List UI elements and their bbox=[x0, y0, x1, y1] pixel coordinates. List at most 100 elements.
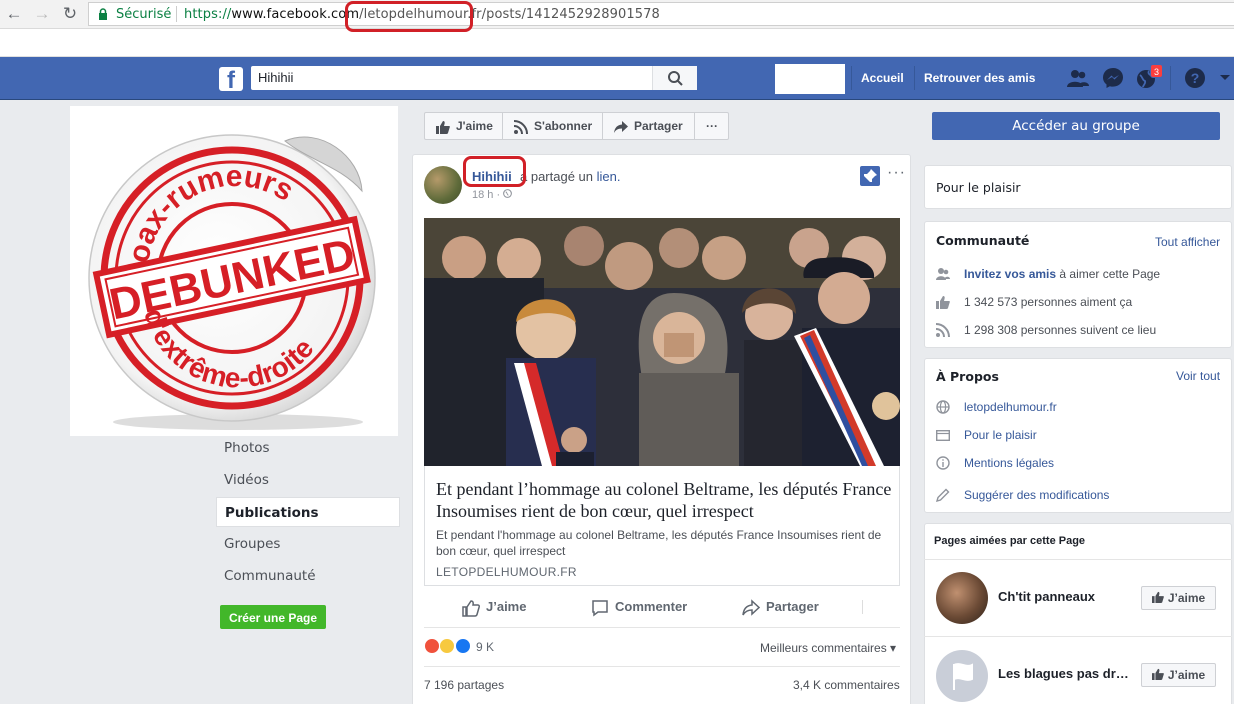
forward-arrow-icon[interactable]: → bbox=[32, 4, 52, 24]
liked-page-like-button[interactable]: J’aime bbox=[1141, 586, 1216, 610]
thumbs-up-icon bbox=[1151, 591, 1164, 603]
post-timestamp[interactable]: 18 h · bbox=[472, 189, 513, 201]
nav-groups[interactable]: Groupes bbox=[216, 529, 400, 559]
angry-reaction-icon bbox=[424, 638, 440, 654]
liked-pages-divider bbox=[924, 559, 1232, 560]
search-box[interactable] bbox=[251, 66, 697, 90]
link-preview-title[interactable]: Et pendant l’hommage au colonel Beltrame… bbox=[436, 478, 892, 522]
home-link[interactable]: Accueil bbox=[861, 71, 904, 85]
flag-placeholder-icon bbox=[953, 663, 973, 690]
page-profile-picture[interactable]: Hoax-rumeurs DEBUNKED d'extrême-droite bbox=[70, 106, 398, 436]
liked-page-avatar[interactable] bbox=[936, 650, 988, 702]
share-arrow-icon bbox=[614, 120, 628, 133]
about-see-all-link[interactable]: Voir tout bbox=[1176, 369, 1220, 383]
search-button[interactable] bbox=[652, 66, 697, 90]
category-folder-icon bbox=[936, 430, 950, 442]
account-menu-arrow-icon[interactable] bbox=[1219, 74, 1231, 82]
url-protocol: https:// bbox=[184, 7, 232, 22]
page-followers-count: 1 298 308 personnes suivent ce lieu bbox=[964, 323, 1157, 337]
post-share-button[interactable]: Partager bbox=[742, 596, 819, 618]
help-icon[interactable]: ? bbox=[1183, 66, 1207, 90]
page-more-button[interactable]: ··· bbox=[695, 112, 729, 140]
header-divider bbox=[1170, 66, 1171, 90]
liked-page-like-button[interactable]: J’aime bbox=[1141, 663, 1216, 687]
messenger-icon[interactable] bbox=[1101, 66, 1125, 90]
legal-notices-link[interactable]: Mentions légales bbox=[964, 456, 1054, 470]
create-page-button[interactable]: Créer une Page bbox=[220, 605, 326, 629]
nav-videos[interactable]: Vidéos bbox=[216, 465, 400, 495]
page-share-button[interactable]: Partager bbox=[603, 112, 695, 140]
page-like-label: J'aime bbox=[456, 119, 493, 133]
url-divider bbox=[176, 6, 177, 22]
rss-icon bbox=[936, 323, 950, 337]
facebook-logo[interactable]: f bbox=[219, 67, 243, 91]
post-time-text: 18 h · bbox=[472, 189, 504, 201]
url-host: www.facebook.com bbox=[231, 7, 360, 22]
page-share-label: Partager bbox=[634, 119, 683, 133]
link-preview-description: Et pendant l'hommage au colonel Beltrame… bbox=[436, 528, 882, 558]
share-count[interactable]: 7 196 partages bbox=[424, 678, 504, 692]
category-text[interactable]: Pour le plaisir bbox=[936, 180, 1021, 195]
comment-count[interactable]: 3,4 K commentaires bbox=[793, 678, 900, 692]
nav-community[interactable]: Communauté bbox=[216, 561, 400, 591]
author-annotation-ring bbox=[463, 156, 526, 187]
subscribe-button[interactable]: S'abonner bbox=[503, 112, 603, 140]
friend-requests-icon[interactable] bbox=[1066, 66, 1090, 90]
comment-label: Commenter bbox=[615, 599, 688, 614]
page-likes-count: 1 342 573 personnes aiment ça bbox=[964, 295, 1133, 309]
post-like-button[interactable]: J’aime bbox=[462, 596, 526, 618]
public-globe-icon bbox=[503, 189, 513, 198]
website-link[interactable]: letopdelhumour.fr bbox=[964, 400, 1057, 414]
join-group-button[interactable]: Accéder au groupe bbox=[932, 112, 1220, 140]
reload-icon[interactable]: ↻ bbox=[60, 4, 80, 24]
link-preview-image[interactable] bbox=[424, 218, 900, 466]
community-see-all-link[interactable]: Tout afficher bbox=[1155, 235, 1220, 249]
post-like-label: J’aime bbox=[486, 599, 527, 614]
liked-page-like-label: J’aime bbox=[1167, 591, 1206, 605]
url-annotation-ring bbox=[345, 1, 473, 32]
reaction-count[interactable]: 9 K bbox=[476, 640, 494, 654]
header-divider bbox=[914, 66, 915, 90]
like-reaction-icon bbox=[454, 638, 471, 654]
find-friends-link[interactable]: Retrouver des amis bbox=[924, 71, 1035, 85]
notification-badge: 3 bbox=[1150, 64, 1163, 78]
post-action-prefix: a partagé un bbox=[520, 169, 594, 184]
search-icon bbox=[668, 71, 683, 86]
post-action-link[interactable]: lien. bbox=[597, 169, 621, 184]
pin-icon[interactable] bbox=[860, 166, 880, 186]
link-preview-domain: LETOPDELHUMOUR.FR bbox=[436, 565, 577, 579]
globe-icon bbox=[936, 400, 950, 414]
comment-sort-dropdown[interactable]: Meilleurs commentaires ▾ bbox=[760, 641, 896, 655]
reaction-icons[interactable] bbox=[424, 638, 471, 656]
thumbs-up-outline-icon bbox=[462, 599, 480, 617]
liked-page-avatar[interactable] bbox=[936, 572, 988, 624]
post-share-label: Partager bbox=[766, 599, 819, 614]
profile-link[interactable] bbox=[775, 64, 845, 94]
post-action-text: a partagé un lien. bbox=[520, 169, 621, 184]
pencil-icon bbox=[936, 488, 950, 502]
header-divider bbox=[851, 66, 852, 90]
invite-friends-icon bbox=[936, 268, 950, 280]
rss-icon bbox=[513, 119, 528, 134]
search-input[interactable]: Hihihii bbox=[258, 70, 293, 85]
nav-photos[interactable]: Photos bbox=[216, 433, 400, 463]
comment-bubble-icon bbox=[592, 599, 608, 617]
suggest-edits-link[interactable]: Suggérer des modifications bbox=[964, 488, 1109, 502]
lock-icon bbox=[99, 8, 107, 20]
back-arrow-icon[interactable]: ← bbox=[4, 4, 24, 24]
post-divider bbox=[424, 666, 900, 667]
liked-pages-title: Pages aimées par cette Page bbox=[934, 535, 1086, 547]
liked-page-name[interactable]: Ch'tit panneaux bbox=[998, 589, 1095, 604]
liked-page-name[interactable]: Les blagues pas dr… bbox=[998, 666, 1129, 681]
page-like-button[interactable]: J'aime bbox=[425, 112, 503, 140]
post-divider bbox=[424, 627, 900, 628]
about-title: À Propos bbox=[936, 369, 999, 384]
crowd-photo bbox=[424, 218, 900, 466]
post-author-avatar[interactable] bbox=[424, 166, 462, 204]
category-link[interactable]: Pour le plaisir bbox=[964, 428, 1037, 442]
post-options-icon[interactable]: ··· bbox=[887, 164, 906, 182]
nav-publications[interactable]: Publications bbox=[216, 497, 400, 527]
invite-friends-link[interactable]: Invitez vos amis bbox=[964, 267, 1056, 281]
invite-friends-text: à aimer cette Page bbox=[1056, 267, 1161, 281]
comment-button[interactable]: Commenter bbox=[591, 596, 687, 618]
